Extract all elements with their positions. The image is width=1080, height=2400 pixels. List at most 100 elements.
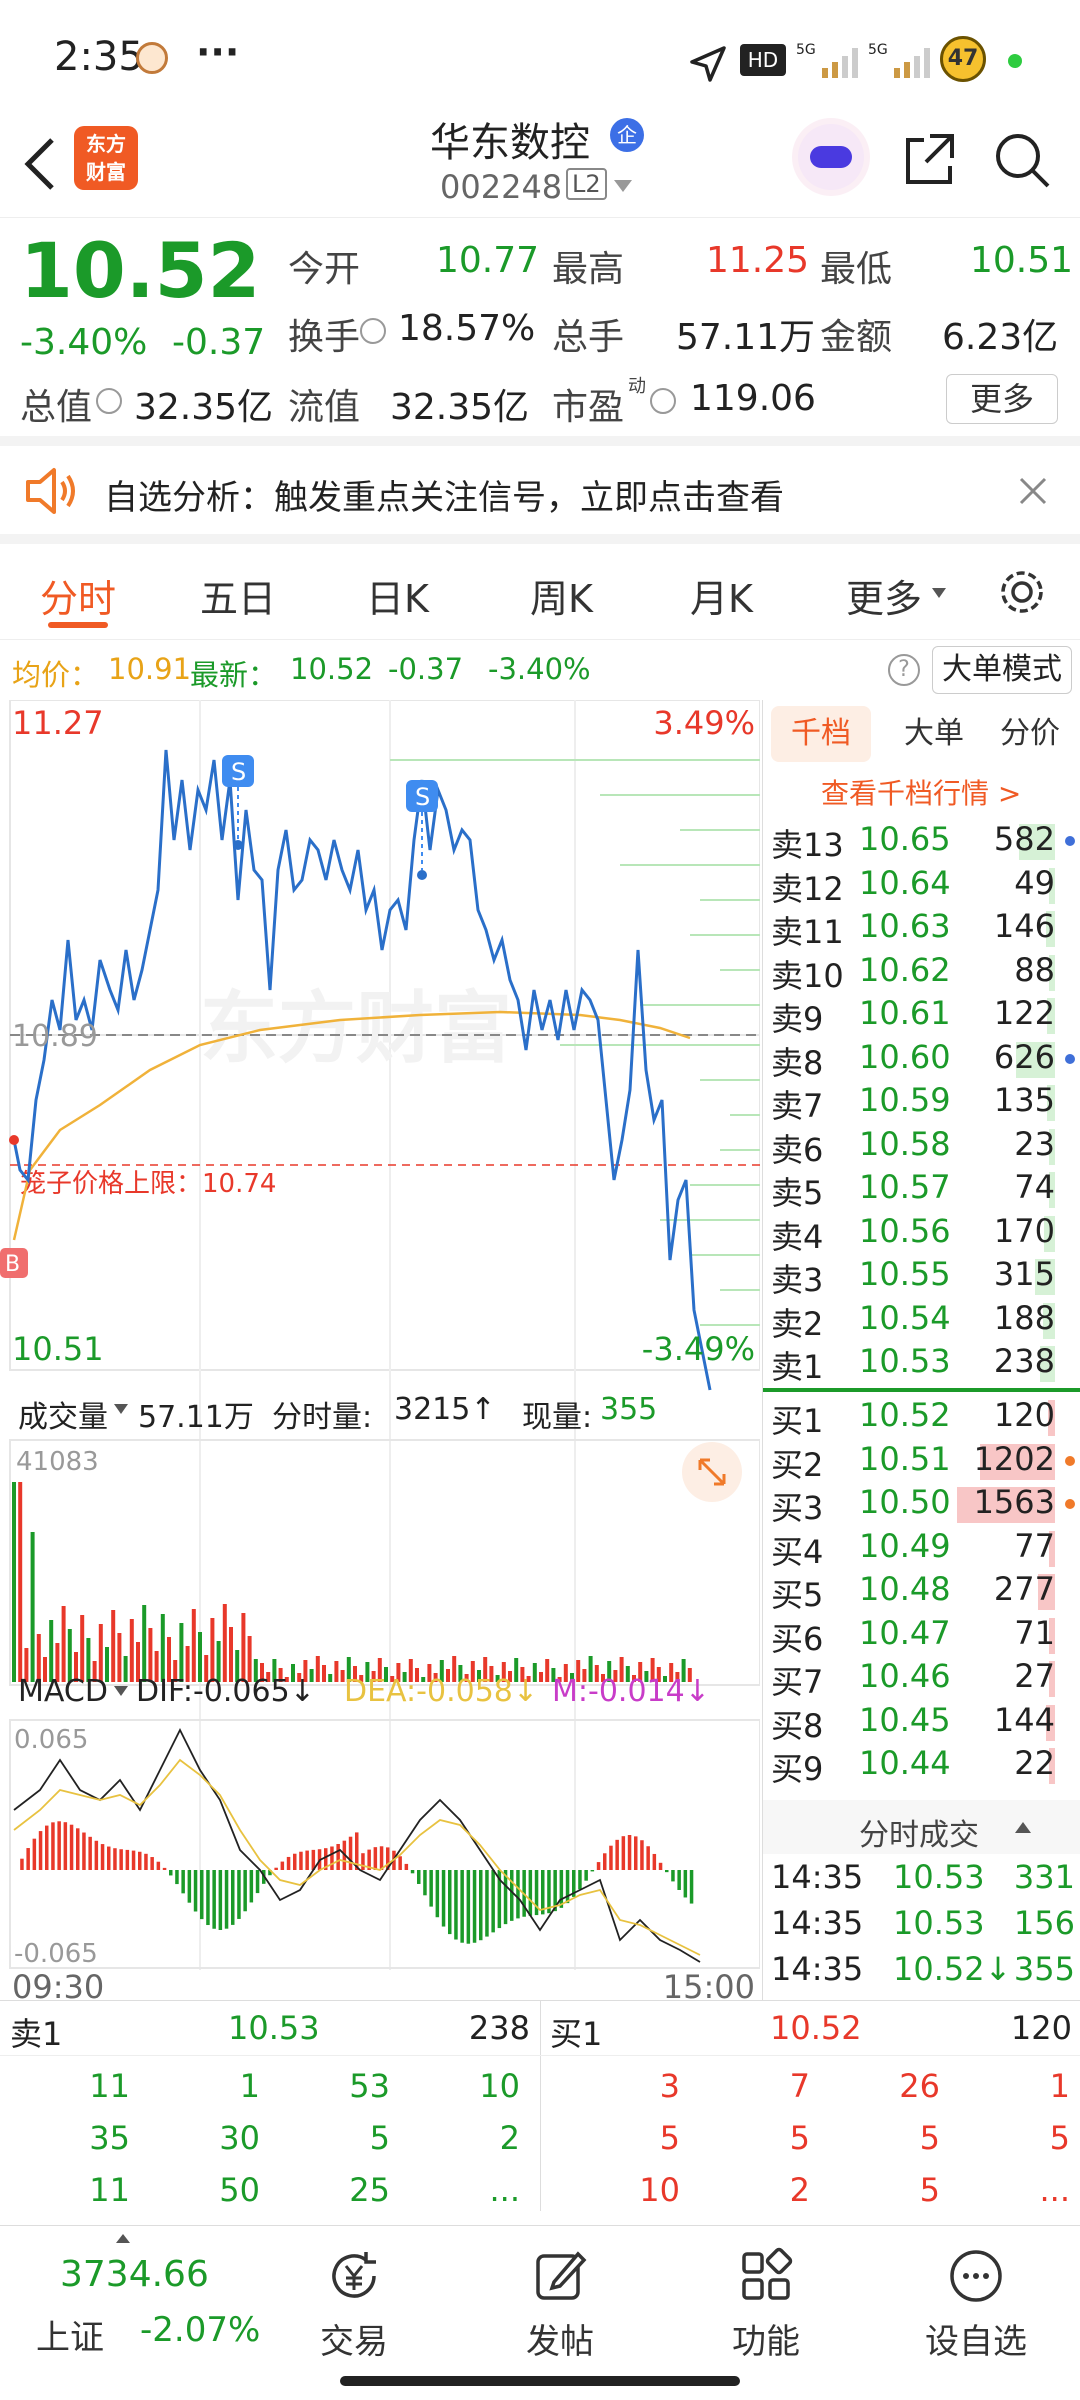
share-icon[interactable] (900, 130, 960, 190)
edit-icon (536, 2251, 587, 2300)
float-label: 流值 (288, 387, 361, 428)
book-tab-qiandang[interactable]: 千档 (771, 706, 871, 762)
analysis-banner[interactable]: 自选分析：触发重点关注信号，立即点击查看 (0, 446, 1080, 544)
help-icon[interactable]: ? (888, 654, 920, 686)
ask-row[interactable]: 卖9 10.61 122 (763, 994, 1080, 1038)
level-label: 卖8 (771, 1043, 824, 1082)
ask-row[interactable]: 卖6 10.58 23 (763, 1125, 1080, 1169)
info-icon-3[interactable] (650, 388, 676, 414)
open-value: 10.77 (436, 240, 540, 281)
queue-header-line (0, 2055, 1080, 2056)
bid-row[interactable]: 买2 10.51 1202 (763, 1440, 1080, 1484)
bid-row[interactable]: 买1 10.52 120 (763, 1396, 1080, 1440)
nav-post[interactable]: 发帖 (500, 2246, 620, 2363)
macd-bar (32, 1838, 37, 1870)
intraday-chart[interactable]: 东方财富 笼子价格上限：10.74 S S B 11.27 10.51 3.49… (0, 699, 761, 2006)
nav-add-watchlist[interactable]: 设自选 (916, 2246, 1036, 2363)
ask-row[interactable]: 卖5 10.57 74 (763, 1168, 1080, 1212)
bid-row[interactable]: 买9 10.44 22 (763, 1744, 1080, 1788)
macd-bar (100, 1844, 105, 1870)
ask-row[interactable]: 卖2 10.54 188 (763, 1299, 1080, 1343)
dif-value: DIF:-0.065↓ (136, 1674, 315, 1709)
big-order-mode-button[interactable]: 大单模式 (932, 646, 1072, 694)
turnover-value: 18.57% (398, 308, 536, 349)
ask1-label: 卖1 (10, 2015, 63, 2053)
ask-row[interactable]: 卖13 10.65 582 (763, 820, 1080, 864)
status-bar: 2:35 ··· HD 5G 5G 47 (0, 0, 1080, 120)
macd-bar (243, 1870, 247, 1912)
ask-row[interactable]: 卖4 10.56 170 (763, 1212, 1080, 1256)
index-value[interactable]: 3734.66 (60, 2254, 209, 2295)
high-label: 最高 (552, 249, 625, 290)
macd-bar (299, 1851, 303, 1870)
level-volume: 71 (1014, 1613, 1055, 1652)
order-book: 千档 大单 分价 查看千档行情 > 卖13 10.65 582 卖12 10.64 49 卖… (762, 700, 1080, 2000)
book-tab-price[interactable]: 分价 (985, 706, 1075, 762)
y-top-label: 11.27 (12, 704, 104, 742)
bid-row[interactable]: 买7 10.46 27 (763, 1657, 1080, 1701)
time-end-label: 15:00 (663, 1968, 755, 2000)
trades-title-row[interactable]: 分时成交 (763, 1800, 1080, 1854)
app-logo[interactable]: 东方 财富 (74, 126, 138, 190)
macd-bar (404, 1863, 409, 1870)
volume-selector[interactable]: 成交量 (18, 1392, 108, 1436)
tab-daily-k[interactable]: 日K (366, 568, 429, 623)
tab-monthly-k[interactable]: 月K (690, 568, 753, 623)
macd-bar (361, 1853, 365, 1870)
bid-row[interactable]: 买3 10.50 1563 (763, 1483, 1080, 1527)
level-label: 卖13 (771, 826, 844, 864)
bid-row[interactable]: 买5 10.48 277 (763, 1570, 1080, 1614)
more-dots: ··· (196, 30, 240, 74)
volume-value: 57.11万 (676, 317, 816, 358)
ask-row[interactable]: 卖12 10.64 49 (763, 864, 1080, 908)
macd-bar (652, 1853, 657, 1870)
chevron-up-icon (1015, 1822, 1031, 1833)
bid-row[interactable]: 买6 10.47 71 (763, 1614, 1080, 1658)
tab-intraday[interactable]: 分时 (40, 568, 116, 623)
nav-functions[interactable]: 功能 (706, 2246, 826, 2363)
info-icon-2[interactable] (96, 388, 122, 414)
ask-row[interactable]: 卖10 10.62 88 (763, 951, 1080, 995)
mktcap-label: 总值 (20, 387, 93, 428)
macd-bar (491, 1870, 495, 1933)
nav-trade-label: 交易 (320, 2322, 388, 2362)
macd-bar (479, 1870, 483, 1941)
book-link[interactable]: 查看千档行情 > (821, 772, 1021, 812)
macd-bar (417, 1870, 421, 1884)
more-button[interactable]: 更多 (946, 374, 1058, 424)
book-tab-big-order[interactable]: 大单 (889, 706, 979, 762)
ask-row[interactable]: 卖1 10.53 238 (763, 1342, 1080, 1386)
ask-row[interactable]: 卖8 10.60 626 (763, 1038, 1080, 1082)
macd-bar (472, 1870, 477, 1943)
level-badge[interactable]: L2 (566, 168, 607, 200)
macd-selector[interactable]: MACD (18, 1674, 108, 1709)
signal-icon: 5G (796, 42, 858, 78)
close-icon[interactable] (1018, 476, 1048, 506)
nav-trade[interactable]: 交易 (294, 2246, 414, 2363)
bid-row[interactable]: 买8 10.45 144 (763, 1701, 1080, 1745)
level-price: 10.52 (859, 1396, 951, 1434)
tab-weekly-k[interactable]: 周K (530, 568, 593, 623)
tab-more[interactable]: 更多 (846, 568, 922, 623)
trade-price: 10.53 (893, 1858, 985, 1896)
gear-icon[interactable] (996, 566, 1048, 618)
tab-five-day[interactable]: 五日 (200, 568, 276, 623)
chevron-down-icon[interactable] (614, 180, 632, 192)
level-label: 买4 (771, 1532, 824, 1571)
search-icon[interactable] (992, 130, 1052, 190)
level-price: 10.65 (859, 820, 951, 858)
latest-label: 最新： (190, 658, 278, 692)
low-label: 最低 (820, 249, 893, 290)
ask-row[interactable]: 卖11 10.63 146 (763, 907, 1080, 951)
macd-bar (274, 1867, 278, 1870)
volume-bars (12, 1482, 692, 1682)
ask-row[interactable]: 卖7 10.59 135 (763, 1081, 1080, 1125)
level-volume: 122 (993, 994, 1055, 1032)
back-arrow-icon[interactable] (20, 134, 60, 194)
level-volume: 238 (993, 1342, 1055, 1380)
queue-cell: 10 (639, 2171, 680, 2209)
robot-avatar[interactable] (798, 124, 864, 190)
info-icon[interactable] (360, 318, 386, 344)
ask-row[interactable]: 卖3 10.55 315 (763, 1255, 1080, 1299)
bid-row[interactable]: 买4 10.49 77 (763, 1527, 1080, 1571)
